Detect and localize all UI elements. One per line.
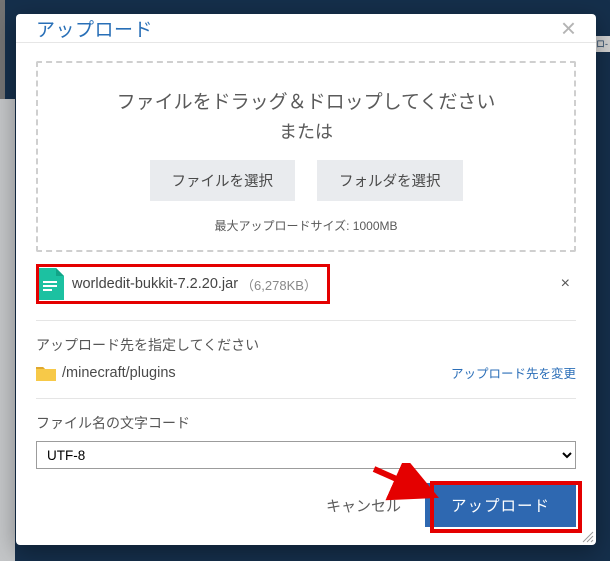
cancel-button[interactable]: キャンセル <box>320 487 407 524</box>
modal-header: アップロード × <box>16 14 596 43</box>
file-icon <box>36 268 64 300</box>
modal-title: アップロード <box>36 15 153 42</box>
change-destination-link[interactable]: アップロード先を変更 <box>451 363 576 382</box>
choose-file-button[interactable]: ファイルを選択 <box>150 160 296 201</box>
divider <box>36 320 576 321</box>
divider <box>36 398 576 399</box>
dropzone-heading: ファイルをドラッグ＆ドロップしてください <box>48 87 564 114</box>
destination-row: /minecraft/plugins アップロード先を変更 <box>36 363 576 382</box>
upload-limit-text: 最大アップロードサイズ: 1000MB <box>48 217 564 234</box>
resize-grip-icon[interactable] <box>580 529 594 543</box>
dropzone[interactable]: ファイルをドラッグ＆ドロップしてください または ファイルを選択 フォルダを選択… <box>36 61 576 252</box>
upload-button[interactable]: アップロード <box>425 483 576 527</box>
selected-file-row: worldedit-bukkit-7.2.20.jar （6,278KB） × <box>36 264 576 304</box>
file-name: worldedit-bukkit-7.2.20.jar <box>72 276 238 292</box>
encoding-section-label: ファイル名の文字コード <box>36 413 576 433</box>
dropzone-or-text: または <box>48 118 564 144</box>
modal-footer: キャンセル アップロード <box>16 469 596 545</box>
modal-body: ファイルをドラッグ＆ドロップしてください または ファイルを選択 フォルダを選択… <box>16 43 596 469</box>
upload-modal: アップロード × ファイルをドラッグ＆ドロップしてください または ファイルを選… <box>16 14 596 545</box>
choose-folder-button[interactable]: フォルダを選択 <box>317 160 463 201</box>
encoding-select[interactable]: UTF-8 <box>36 441 576 469</box>
close-icon[interactable]: × <box>561 15 576 41</box>
dropzone-buttons: ファイルを選択 フォルダを選択 <box>48 160 564 201</box>
folder-icon <box>36 365 56 381</box>
destination-path: /minecraft/plugins <box>62 365 176 381</box>
encoding-row: UTF-8 <box>36 441 576 469</box>
remove-file-icon[interactable]: × <box>561 275 570 293</box>
destination-section-label: アップロード先を指定してください <box>36 335 576 355</box>
file-size: （6,278KB） <box>241 275 317 294</box>
